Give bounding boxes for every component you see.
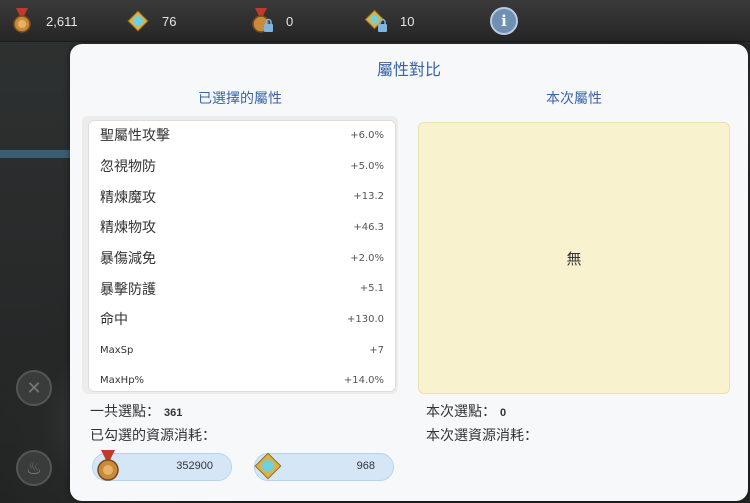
currency-value: 10 [400, 13, 415, 29]
attribute-name: 精煉魔攻 [100, 189, 156, 206]
empty-text: 無 [566, 249, 582, 268]
crossed-swords-icon[interactable]: ✕ [16, 370, 52, 406]
attribute-value: +5.1 [359, 283, 384, 295]
attribute-value: +130.0 [346, 313, 384, 325]
attribute-row: 聖屬性攻擊 +6.0% [88, 120, 396, 151]
attribute-name: MaxSp [100, 344, 134, 356]
selected-attributes-panel: 聖屬性攻擊 +6.0% 忽視物防 +5.0% 精煉魔攻 +13.2 精煉物攻 +46.3 暴傷減… [82, 116, 398, 394]
attribute-compare-dialog: 屬性對比 已選擇的屬性 本次屬性 聖屬性攻擊 +6.0% 忽視物防 +5.0% 精煉魔攻… [70, 44, 748, 501]
currency-bar: 2,611 76 0 10 i [0, 0, 750, 42]
attribute-row: MaxSp +7 [88, 335, 396, 366]
medal-icon [8, 7, 36, 35]
crystal-gear-icon [250, 448, 286, 484]
attribute-value: +7 [369, 344, 384, 356]
current-cost: 本次選資源消耗： [426, 425, 538, 445]
cost-value: 352900 [176, 460, 213, 472]
attribute-row: 忽視物防 +5.0% [88, 151, 396, 182]
attribute-name: 命中 [100, 312, 128, 329]
background-decoration [0, 150, 70, 158]
attribute-name: 聖屬性攻擊 [100, 128, 170, 145]
currency-medal: 2,611 [8, 6, 78, 36]
current-cost-label: 本次選資源消耗： [426, 428, 538, 444]
attribute-value: +6.0% [350, 129, 384, 141]
attribute-row: 暴擊防護 +5.1 [88, 273, 396, 304]
attribute-name: 忽視物防 [100, 159, 156, 176]
attribute-row: MaxHp% +14.0% [88, 366, 396, 393]
total-points-value: 361 [164, 407, 183, 419]
locked-crystal-icon [362, 7, 390, 35]
current-attributes-panel: 無 [418, 122, 730, 394]
currency-crystal: 76 [124, 6, 176, 36]
attribute-value: +13.2 [353, 191, 384, 203]
attribute-value: +5.0% [350, 160, 384, 172]
currency-value: 2,611 [46, 13, 78, 29]
attribute-row: 精煉物攻 +46.3 [88, 212, 396, 243]
info-button[interactable]: i [490, 7, 518, 35]
attribute-name: 精煉物攻 [100, 220, 156, 237]
crystal-gear-icon [124, 7, 152, 35]
attribute-row: 精煉魔攻 +13.2 [88, 181, 396, 212]
currency-value: 76 [162, 13, 177, 29]
checked-cost: 已勾選的資源消耗： [90, 425, 216, 445]
attribute-value: +46.3 [353, 221, 384, 233]
total-points: 一共選點： 361 [90, 401, 182, 421]
currency-locked-crystal: 10 [362, 6, 414, 36]
flame-icon[interactable]: ♨ [16, 450, 52, 486]
current-points-label: 本次選點： [426, 404, 496, 420]
dialog-title: 屬性對比 [376, 60, 441, 79]
currency-value: 0 [286, 13, 294, 29]
current-points-value: 0 [500, 407, 507, 419]
attribute-row: 暴傷減免 +2.0% [88, 243, 396, 274]
attribute-name: MaxHp% [100, 375, 145, 387]
selected-attributes-title: 已選擇的屬性 [198, 91, 282, 107]
current-attributes-title: 本次屬性 [546, 91, 602, 107]
attribute-row: 命中 +130.0 [88, 304, 396, 335]
selected-attributes-list[interactable]: 聖屬性攻擊 +6.0% 忽視物防 +5.0% 精煉魔攻 +13.2 精煉物攻 +46.3 暴傷減… [88, 120, 396, 392]
attribute-name: 暴擊防護 [100, 281, 156, 298]
currency-locked-medal: 0 [248, 6, 293, 36]
checked-cost-label: 已勾選的資源消耗： [90, 428, 216, 444]
medal-icon [90, 448, 126, 484]
locked-medal-icon [248, 7, 276, 35]
cost-value: 968 [356, 460, 375, 472]
total-points-label: 一共選點： [90, 404, 160, 420]
current-points: 本次選點： 0 [426, 401, 506, 421]
attribute-value: +2.0% [350, 252, 384, 264]
attribute-name: 暴傷減免 [100, 251, 156, 268]
attribute-value: +14.0% [343, 375, 384, 387]
